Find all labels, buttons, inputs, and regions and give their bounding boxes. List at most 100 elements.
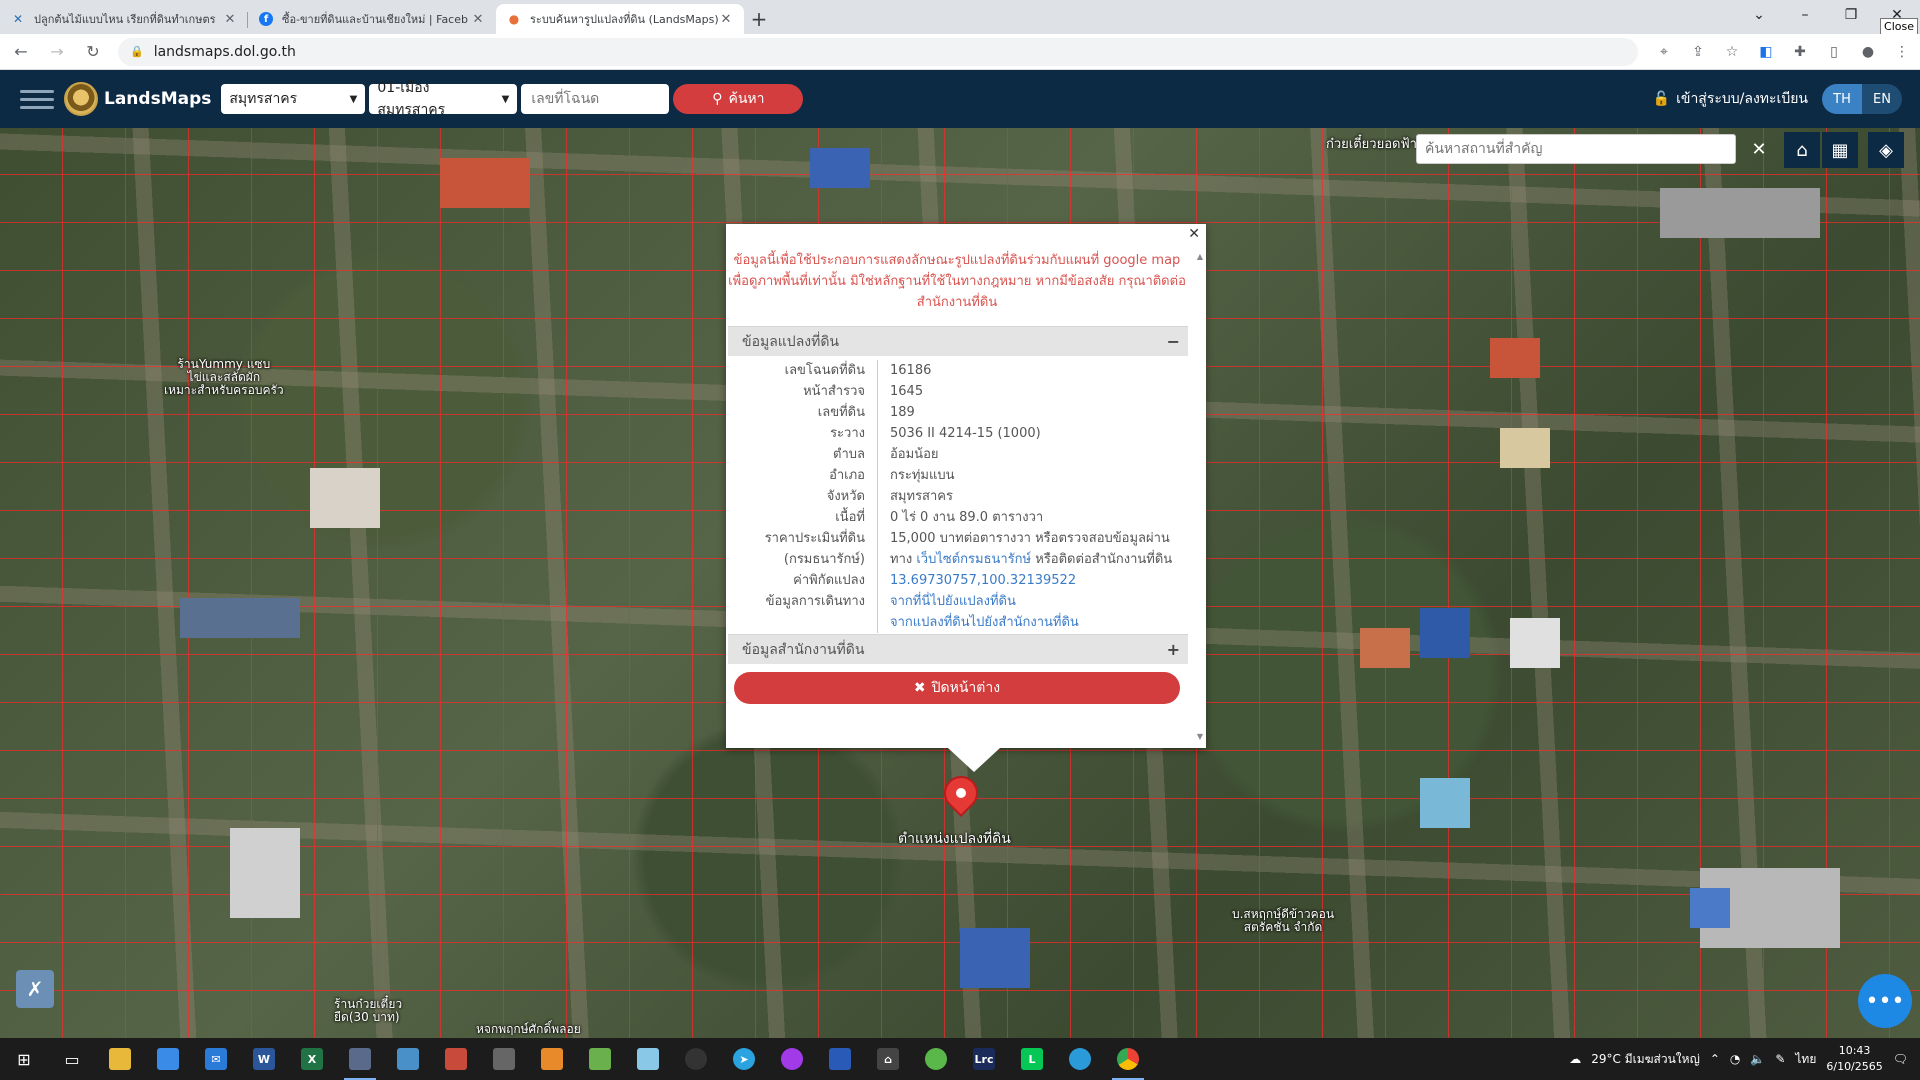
grid-icon[interactable]: ▦ (1822, 132, 1858, 168)
place-search-input[interactable] (1416, 134, 1736, 164)
tab-close-icon[interactable]: ✕ (222, 12, 238, 27)
agri-icon: ✕ (12, 12, 24, 26)
district-select[interactable]: 01-เมืองสมุทรสาคร ▼ (369, 80, 518, 118)
weather-text[interactable]: 29°C มีเมฆส่วนใหญ่ (1591, 1050, 1700, 1069)
close-window-button[interactable]: ✖ ปิดหน้าต่าง (734, 672, 1180, 704)
app-icon[interactable] (912, 1038, 960, 1080)
lrc-icon[interactable]: Lrc (960, 1038, 1008, 1080)
translate-icon[interactable]: ◧ (1756, 44, 1776, 60)
province-select[interactable]: สมุทรสาคร ▼ (221, 84, 366, 114)
browser-tab-2[interactable]: f ซื้อ-ขายที่ดินและบ้านเชียงใหม่ | Faceb… (248, 4, 496, 34)
info-row: ค่าพิกัดแปลง 13.69730757,100.32139522 (728, 570, 1188, 591)
collapse-icon[interactable]: − (1167, 332, 1180, 351)
coordinates-link[interactable]: 13.69730757,100.32139522 (878, 570, 1076, 591)
minimize-icon[interactable]: – (1782, 0, 1828, 30)
app-icon[interactable] (528, 1038, 576, 1080)
browser-tab-1[interactable]: ✕ ปลูกต้นไม้แบบไหน เรียกที่ดินทำเกษตร ✕ (0, 4, 248, 34)
calculator-icon[interactable] (480, 1038, 528, 1080)
bookmark-star-icon[interactable]: ☆ (1722, 44, 1742, 60)
browser-tab-3[interactable]: ● ระบบค้นหารูปแปลงที่ดิน (LandsMaps) ✕ (496, 4, 744, 34)
pen-icon[interactable]: ✎ (1775, 1052, 1785, 1066)
back-icon[interactable]: ← (6, 37, 36, 67)
poi-label[interactable]: บ.สหฤกษ์ดีข้าวคอน สตรัคชั่น จำกัด (1232, 907, 1334, 934)
tab-close-icon[interactable]: ✕ (470, 12, 486, 27)
new-tab-button[interactable]: + (744, 4, 774, 34)
input-language[interactable]: ไทย (1795, 1050, 1816, 1069)
line-icon[interactable]: L (1008, 1038, 1056, 1080)
app-icon[interactable] (576, 1038, 624, 1080)
info-row: จากแปลงที่ดินไปยังสำนักงานที่ดิน (728, 612, 1188, 633)
tab-search-icon[interactable]: ⌄ (1736, 0, 1782, 30)
measure-tools-icon[interactable]: ✗ (16, 970, 54, 1008)
scroll-down-icon[interactable]: ▼ (1197, 732, 1203, 741)
popup-close-icon[interactable]: ✕ (1188, 226, 1200, 242)
volume-icon[interactable]: 🔈 (1750, 1052, 1765, 1066)
clock[interactable]: 10:43 6/10/2565 (1826, 1043, 1882, 1075)
info-value: 189 (890, 405, 915, 420)
forward-icon[interactable]: → (42, 37, 72, 67)
menu-kebab-icon[interactable]: ⋮ (1892, 44, 1912, 60)
chat-fab-icon[interactable]: ••• (1858, 974, 1912, 1028)
extensions-icon[interactable]: ✚ (1790, 44, 1810, 60)
store-icon[interactable] (144, 1038, 192, 1080)
directions-to-parcel-link[interactable]: จากที่นี่ไปยังแปลงที่ดิน (878, 591, 1016, 612)
poi-label[interactable]: ร้านYummy แซบ ไข่และสลัดผัก เหมาะสำหรับค… (164, 357, 284, 398)
info-row: อำเภอ กระทุ่มแบน (728, 465, 1188, 486)
address-bar-row: ← → ↻ 🔒 landsmaps.dol.go.th ⌖ ⇪ ☆ ◧ ✚ ▯ … (0, 34, 1920, 70)
deed-number-input[interactable] (521, 84, 670, 114)
close-icon: ✖ (913, 680, 926, 696)
camera-icon[interactable] (816, 1038, 864, 1080)
lang-th-button[interactable]: TH (1822, 84, 1862, 114)
app-icon[interactable]: ⌂ (864, 1038, 912, 1080)
layers-icon[interactable]: ◈ (1868, 132, 1904, 168)
app-icon[interactable] (384, 1038, 432, 1080)
tab-close-icon[interactable]: ✕ (718, 12, 734, 27)
chrome-icon[interactable] (1104, 1038, 1152, 1080)
app-icon[interactable] (624, 1038, 672, 1080)
sidepanel-icon[interactable]: ▯ (1824, 44, 1844, 60)
poi-label[interactable]: หจกพฤกษ์ศักดิ์พลอย (476, 1022, 581, 1036)
login-link[interactable]: 🔓 เข้าสู่ระบบ/ลงทะเบียน (1653, 88, 1808, 110)
lang-en-button[interactable]: EN (1862, 84, 1902, 114)
clear-search-icon[interactable]: ✕ (1744, 134, 1774, 164)
search-button[interactable]: ⚲ ค้นหา (673, 84, 804, 114)
reload-icon[interactable]: ↻ (78, 37, 108, 67)
satellite-map[interactable]: ก๋วยเตี๋ยวยอดฟ้าเรือ ร้านYummy แซบ ไข่แล… (0, 128, 1920, 1038)
info-key: ค่าพิกัดแปลง (728, 570, 878, 591)
info-value: ทาง เว็บไซต์กรมธนารักษ์ หรือติดต่อสำนักง… (878, 549, 1172, 570)
url-bar[interactable]: 🔒 landsmaps.dol.go.th (118, 37, 1638, 66)
restore-icon[interactable]: ❐ (1828, 0, 1874, 30)
word-icon[interactable]: W (240, 1038, 288, 1080)
task-view-icon[interactable]: ▭ (48, 1038, 96, 1080)
directions-to-office-link[interactable]: จากแปลงที่ดินไปยังสำนักงานที่ดิน (878, 612, 1079, 633)
info-key: (กรมธนารักษ์) (728, 549, 878, 570)
file-explorer-icon[interactable] (96, 1038, 144, 1080)
language-switch: TH EN (1822, 84, 1902, 114)
section-parcel-header[interactable]: ข้อมูลแปลงที่ดิน − (728, 326, 1188, 356)
tray-chevron-icon[interactable]: ⌃ (1710, 1052, 1720, 1066)
app-icon[interactable] (432, 1038, 480, 1080)
info-row: เลขโฉนดที่ดิน 16186 (728, 360, 1188, 381)
map-rooftop (1690, 888, 1730, 928)
speedometer-icon[interactable] (672, 1038, 720, 1080)
hamburger-menu-icon[interactable] (20, 89, 54, 109)
poi-label[interactable]: ร้านก๋วยเตี๋ยว ยืด(30 บาท) (334, 997, 402, 1024)
treasury-website-link[interactable]: เว็บไซต์กรมธนารักษ์ (916, 552, 1031, 567)
scroll-up-icon[interactable]: ▲ (1197, 252, 1203, 261)
messenger-icon[interactable] (768, 1038, 816, 1080)
home-icon[interactable]: ⌂ (1784, 132, 1820, 168)
notifications-icon[interactable]: 🗨 (1893, 1052, 1908, 1066)
info-row: ตำบล อ้อมน้อย (728, 444, 1188, 465)
telegram-icon[interactable]: ➤ (720, 1038, 768, 1080)
location-icon[interactable]: ⌖ (1654, 44, 1674, 60)
profile-avatar[interactable]: ● (1858, 44, 1878, 60)
edge-icon[interactable] (1056, 1038, 1104, 1080)
expand-icon[interactable]: + (1167, 640, 1180, 659)
windows-start-icon[interactable]: ⊞ (0, 1038, 48, 1080)
network-icon[interactable]: ◔ (1730, 1052, 1740, 1066)
section-office-header[interactable]: ข้อมูลสำนักงานที่ดิน + (728, 634, 1188, 664)
excel-icon[interactable]: X (288, 1038, 336, 1080)
app-icon[interactable] (336, 1038, 384, 1080)
share-icon[interactable]: ⇪ (1688, 44, 1708, 60)
mail-icon[interactable]: ✉ (192, 1038, 240, 1080)
